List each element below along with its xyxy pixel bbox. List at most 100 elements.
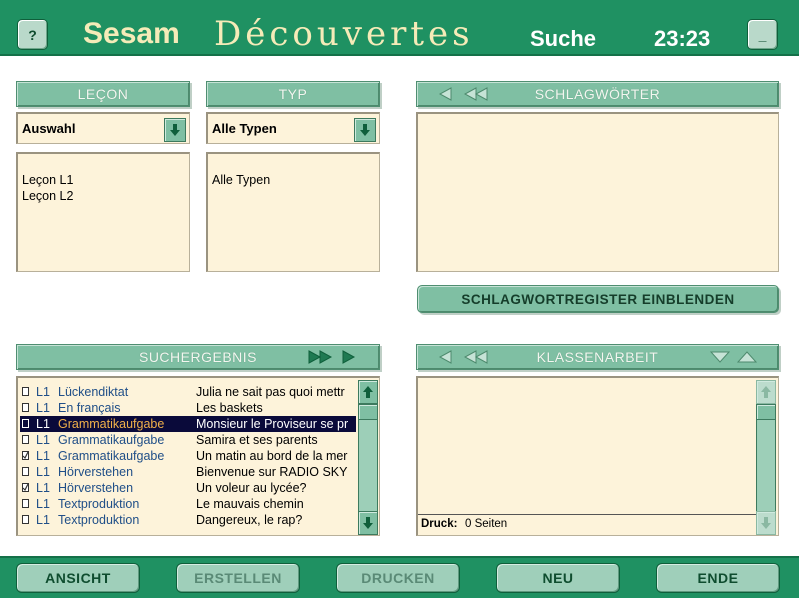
schlagwortregister-label: SCHLAGWORTREGISTER EINBLENDEN <box>461 291 735 307</box>
neu-button[interactable]: NEU <box>496 563 620 593</box>
document-icon <box>22 387 29 396</box>
row-level: L1 <box>36 481 50 495</box>
row-type: Grammatikaufgabe <box>58 417 165 431</box>
druck-label: Druck: <box>421 518 458 530</box>
lecon-list[interactable]: Leçon L1 Leçon L2 <box>16 152 190 272</box>
row-title: Julia ne sait pas quoi mettr <box>196 385 345 399</box>
row-type: Grammatikaufgabe <box>58 433 165 447</box>
row-title: Monsieur le Proviseur se pr <box>196 417 349 431</box>
erstellen-button[interactable]: ERSTELLEN <box>176 563 300 593</box>
ansicht-button[interactable]: ANSICHT <box>16 563 140 593</box>
document-icon <box>22 419 29 428</box>
checked-document-icon <box>22 451 29 460</box>
lecon-item[interactable]: Leçon L2 <box>22 188 73 204</box>
row-title: Les baskets <box>196 401 263 415</box>
row-type: Hörverstehen <box>58 465 134 479</box>
lecon-title: LEÇON <box>77 86 129 102</box>
lecon-dropdown[interactable]: Auswahl <box>16 112 190 144</box>
app-name: Sesam <box>83 17 180 50</box>
schlagwoerter-list[interactable] <box>416 112 779 272</box>
scroll-down-button[interactable] <box>756 511 776 535</box>
lecon-dropdown-button[interactable] <box>164 118 186 142</box>
fast-forward-icon[interactable] <box>307 350 333 364</box>
typ-dropdown-button[interactable] <box>354 118 376 142</box>
row-level: L1 <box>36 385 50 399</box>
scroll-track[interactable] <box>358 420 378 511</box>
row-level: L1 <box>36 433 50 447</box>
row-type: Hörverstehen <box>58 481 134 495</box>
drucken-label: DRUCKEN <box>361 570 435 586</box>
row-level: L1 <box>36 465 50 479</box>
table-row[interactable]: L1 Textproduktion Le mauvais chemin <box>20 496 356 512</box>
table-row[interactable]: L1 Grammatikaufgabe Un matin au bord de la… <box>20 448 356 464</box>
lecon-item[interactable]: Leçon L1 <box>22 172 73 188</box>
table-row[interactable]: L1 Hörverstehen Bienvenue sur RADIO SKY <box>20 464 356 480</box>
table-row[interactable]: L1 Grammatikaufgabe Samira et ses parents <box>20 432 356 448</box>
arrow-up-icon <box>363 386 373 398</box>
document-icon <box>22 435 29 444</box>
klassenarbeit-list[interactable]: Druck: 0 Seiten <box>416 376 779 536</box>
typ-title: TYP <box>278 86 308 102</box>
move-down-icon[interactable] <box>710 351 730 363</box>
document-icon <box>22 499 29 508</box>
arrow-down-icon <box>170 124 180 136</box>
arrow-down-icon <box>360 124 370 136</box>
table-row[interactable]: L1 En français Les baskets <box>20 400 356 416</box>
table-row[interactable]: L1 Hörverstehen Un voleur au lycée? <box>20 480 356 496</box>
rewind-icon[interactable] <box>463 87 489 101</box>
row-level: L1 <box>36 417 50 431</box>
minimize-label: _ <box>758 26 767 43</box>
forward-icon[interactable] <box>341 350 357 364</box>
minimize-button[interactable]: _ <box>747 19 778 50</box>
scroll-up-button[interactable] <box>358 380 378 404</box>
drucken-button[interactable]: DRUCKEN <box>336 563 460 593</box>
rewind-icon[interactable] <box>463 350 489 364</box>
back-icon[interactable] <box>437 350 453 364</box>
row-type: Textproduktion <box>58 513 140 527</box>
row-level: L1 <box>36 449 50 463</box>
suchergebnis-header: SUCHERGEBNIS <box>16 344 380 370</box>
scroll-track[interactable] <box>756 420 776 511</box>
neu-label: NEU <box>542 570 574 586</box>
druck-status: Druck: 0 Seiten <box>418 514 756 534</box>
schlagwoerter-title: SCHLAGWÖRTER <box>534 86 661 102</box>
back-icon[interactable] <box>437 87 453 101</box>
scroll-thumb[interactable] <box>756 404 776 420</box>
clock: 23:23 <box>654 26 711 51</box>
klassenarbeit-title: KLASSENARBEIT <box>536 349 659 365</box>
druck-value: 0 Seiten <box>465 518 508 530</box>
ende-button[interactable]: ENDE <box>656 563 780 593</box>
table-row[interactable]: L1 Grammatikaufgabe Monsieur le Proviseur … <box>20 416 356 432</box>
scroll-down-button[interactable] <box>358 511 378 535</box>
row-level: L1 <box>36 497 50 511</box>
document-icon <box>22 515 29 524</box>
lecon-selected: Auswahl <box>22 121 76 136</box>
typ-header: TYP <box>206 81 380 107</box>
typ-dropdown[interactable]: Alle Typen <box>206 112 380 144</box>
arrow-down-icon <box>761 517 771 529</box>
klassenarbeit-scrollbar[interactable] <box>756 380 776 535</box>
table-row[interactable]: L1 Lückendiktat Julia ne sait pas quoi met… <box>20 384 356 400</box>
help-label: ? <box>28 26 37 43</box>
erstellen-label: ERSTELLEN <box>194 570 282 586</box>
document-icon <box>22 467 29 476</box>
suchergebnis-list[interactable]: L1 Lückendiktat Julia ne sait pas quoi met… <box>16 376 380 536</box>
lecon-header: LEÇON <box>16 81 190 107</box>
table-row[interactable]: L1 Textproduktion Dangereux, le rap? <box>20 512 356 528</box>
schlagwoerter-header: SCHLAGWÖRTER <box>416 81 779 107</box>
row-title: Un voleur au lycée? <box>196 481 307 495</box>
ansicht-label: ANSICHT <box>45 570 111 586</box>
schlagwortregister-button[interactable]: SCHLAGWORTREGISTER EINBLENDEN <box>417 285 779 313</box>
typ-item[interactable]: Alle Typen <box>212 172 270 188</box>
results-scrollbar[interactable] <box>358 380 378 535</box>
arrow-up-icon <box>761 386 771 398</box>
typ-list[interactable]: Alle Typen <box>206 152 380 272</box>
row-type: Lückendiktat <box>58 385 129 399</box>
help-button[interactable]: ? <box>17 19 48 50</box>
row-title: Un matin au bord de la mer <box>196 449 348 463</box>
row-title: Le mauvais chemin <box>196 497 304 511</box>
scroll-thumb[interactable] <box>358 404 378 420</box>
app-subtitle: Découvertes <box>214 14 474 54</box>
move-up-icon[interactable] <box>737 351 757 363</box>
scroll-up-button[interactable] <box>756 380 776 404</box>
